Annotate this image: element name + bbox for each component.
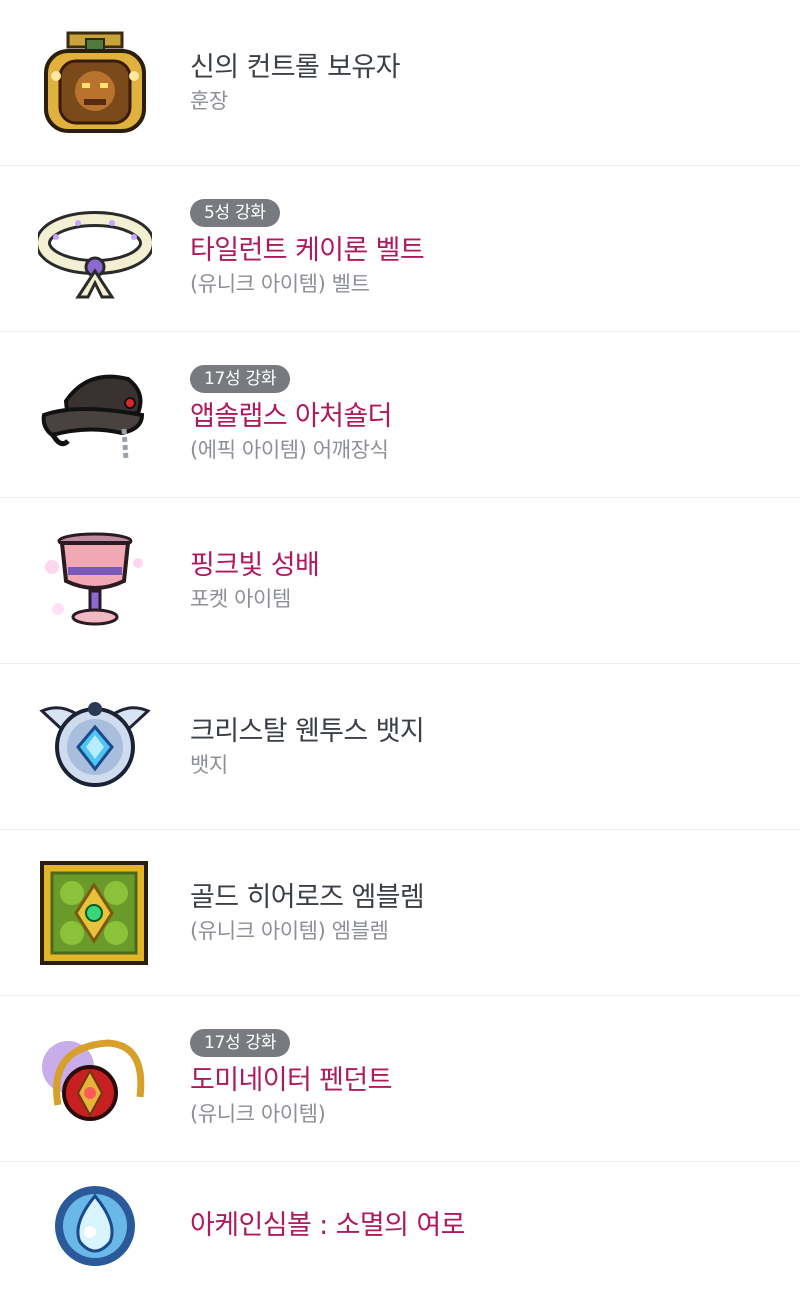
item-name: 아케인심볼 : 소멸의 여로	[190, 1210, 465, 1241]
item-name: 도미네이터 펜던트	[190, 1064, 393, 1096]
item-list: 신의 컨트롤 보유자 훈장 5성 강화 타일런트 케이론 벨트 (유니크 아이템…	[0, 0, 800, 1290]
item-text: 17성 강화 앱솔랩스 아처숄더 (에픽 아이템) 어깨장식	[190, 364, 780, 465]
item-type: (유니크 아이템) 벨트	[190, 271, 370, 296]
item-name: 타일런트 케이론 벨트	[190, 234, 425, 266]
medal-icon	[38, 31, 152, 135]
item-text: 신의 컨트롤 보유자 훈장	[190, 50, 780, 116]
enhance-badge: 17성 강화	[190, 364, 291, 393]
arcane-symbol-icon	[38, 1174, 152, 1278]
list-item[interactable]: 아케인심볼 : 소멸의 여로	[0, 1162, 800, 1290]
item-name: 골드 히어로즈 엠블렘	[190, 881, 425, 913]
pendant-icon	[38, 1027, 152, 1131]
belt-icon	[38, 197, 152, 301]
chalice-icon	[38, 529, 152, 633]
item-text: 17성 강화 도미네이터 펜던트 (유니크 아이템)	[190, 1028, 780, 1129]
item-text: 골드 히어로즈 엠블렘 (유니크 아이템) 엠블렘	[190, 880, 780, 946]
list-item[interactable]: 골드 히어로즈 엠블렘 (유니크 아이템) 엠블렘	[0, 830, 800, 996]
list-item[interactable]: 핑크빛 성배 포켓 아이템	[0, 498, 800, 664]
list-item[interactable]: 17성 강화 앱솔랩스 아처숄더 (에픽 아이템) 어깨장식	[0, 332, 800, 498]
list-item[interactable]: 신의 컨트롤 보유자 훈장	[0, 0, 800, 166]
item-text: 크리스탈 웬투스 뱃지 뱃지	[190, 714, 780, 780]
emblem-icon	[38, 860, 152, 965]
item-text: 5성 강화 타일런트 케이론 벨트 (유니크 아이템) 벨트	[190, 198, 780, 299]
item-name: 핑크빛 성배	[190, 549, 320, 581]
item-type: 뱃지	[190, 752, 228, 777]
enhance-badge: 17성 강화	[190, 1028, 291, 1057]
item-type: (에픽 아이템) 어깨장식	[190, 437, 389, 462]
item-type: 훈장	[190, 88, 228, 113]
enhance-badge: 5성 강화	[190, 198, 280, 227]
shoulder-icon	[38, 363, 152, 467]
item-name: 앱솔랩스 아처숄더	[190, 400, 393, 432]
item-text: 아케인심볼 : 소멸의 여로	[190, 1208, 780, 1244]
item-type: 포켓 아이템	[190, 586, 291, 611]
item-name: 신의 컨트롤 보유자	[190, 51, 400, 83]
list-item[interactable]: 5성 강화 타일런트 케이론 벨트 (유니크 아이템) 벨트	[0, 166, 800, 332]
badge-icon	[38, 695, 152, 799]
item-type: (유니크 아이템)	[190, 1101, 326, 1126]
item-type: (유니크 아이템) 엠블렘	[190, 918, 389, 943]
item-name: 크리스탈 웬투스 뱃지	[190, 715, 425, 747]
list-item[interactable]: 크리스탈 웬투스 뱃지 뱃지	[0, 664, 800, 830]
item-text: 핑크빛 성배 포켓 아이템	[190, 548, 780, 614]
list-item[interactable]: 17성 강화 도미네이터 펜던트 (유니크 아이템)	[0, 996, 800, 1162]
